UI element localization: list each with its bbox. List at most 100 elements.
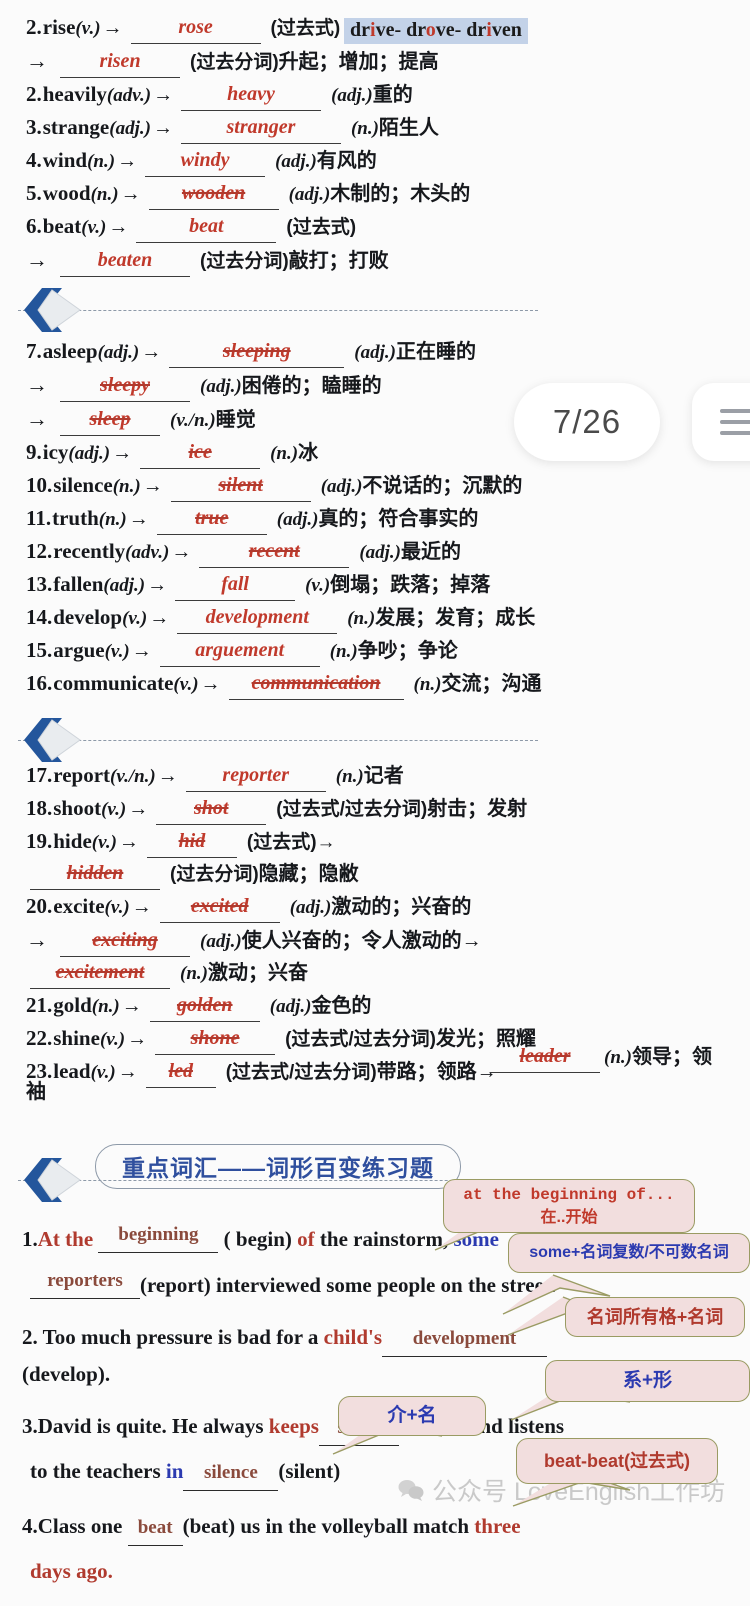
answer-blank[interactable]: heavy (181, 79, 322, 111)
exercise-answer-blank[interactable]: silence (183, 1456, 279, 1491)
chinese-meaning: 敲打；打败 (288, 250, 389, 272)
exercise-text: Too much pressure is bad for a (37, 1325, 324, 1349)
arrow-icon: → (152, 117, 173, 139)
answer-part-of-speech: (adj.) (275, 151, 317, 172)
hamburger-menu-button[interactable] (692, 383, 750, 461)
answer-blank[interactable]: hid (146, 826, 237, 858)
vocab-line: → sleep (v./n.) 睡觉 (26, 403, 542, 437)
exercise-text: (report) interviewed some people on the … (140, 1273, 557, 1297)
answer-blank[interactable]: shone (155, 1023, 276, 1055)
answer-blank[interactable]: golden (149, 990, 260, 1022)
part-of-speech: (v.) (104, 641, 130, 662)
vocab-line: 9. icy (adj.) → ice (n.) 冰 (26, 437, 542, 470)
answer-blank[interactable]: hidden (30, 858, 160, 890)
answer-blank[interactable]: beat (136, 211, 277, 243)
answer-blank[interactable]: sleepy (60, 370, 190, 402)
exercise-answer-blank[interactable]: beginning (98, 1218, 219, 1253)
answer-blank[interactable]: risen (60, 46, 180, 78)
exercise-text: child's (323, 1325, 383, 1349)
answer-blank[interactable]: wooden (148, 178, 279, 210)
vocab-word: report (53, 763, 111, 787)
chinese-meaning: 有风的 (316, 150, 377, 172)
answer-blank[interactable]: led (145, 1056, 216, 1088)
answer-part-of-speech: (n.) (180, 963, 208, 984)
part-of-speech: (n.) (98, 509, 127, 530)
answer-blank[interactable]: rose (130, 12, 261, 44)
answer-part-of-speech: (n.) (329, 641, 358, 662)
chinese-meaning: 激动的；兴奋的 (331, 896, 472, 918)
exercise-number: 3. (22, 1414, 38, 1438)
exercise-answer-blank[interactable]: beat (127, 1511, 183, 1546)
part-of-speech: (v.) (81, 217, 107, 238)
vocab-word: recently (53, 539, 126, 563)
answer-blank[interactable]: stranger (180, 112, 341, 144)
chinese-meaning: 记者 (363, 765, 404, 787)
vocab-line: excitement (n.) 激动；兴奋 (26, 958, 536, 990)
answer-part-of-speech: (n.) (335, 766, 364, 787)
arrow-icon: → (128, 798, 149, 820)
vocab-word: shine (53, 1026, 100, 1050)
item-number: 18. (26, 796, 53, 820)
chinese-meaning: 正在睡的 (395, 341, 476, 363)
item-number: 9. (26, 440, 42, 464)
part-of-speech: (v.) (91, 832, 117, 853)
callout-text-line1: 介+名 (387, 1405, 437, 1427)
exercise-item: 2. Too much pressure is bad for a child'… (22, 1320, 582, 1391)
answer-part-of-speech: (adj.) (200, 931, 242, 952)
part-of-speech: (v.) (90, 1062, 116, 1083)
answer-blank[interactable]: windy (145, 145, 266, 177)
page-indicator[interactable]: 7/26 (514, 383, 660, 461)
answer-blank[interactable]: excited (159, 891, 280, 923)
answer-blank[interactable]: ice (140, 437, 261, 469)
answer-blank[interactable]: sleeping (169, 336, 345, 368)
vocab-word: heavily (42, 82, 107, 106)
chinese-meaning: 使人兴奋的；令人激动的→ (241, 930, 482, 952)
blue-diamond-bullet-icon (24, 718, 81, 762)
answer-blank[interactable]: true (156, 503, 267, 535)
answer-blank[interactable]: arguement (159, 635, 320, 667)
part-of-speech: (n.) (87, 151, 116, 172)
vocab-line: 22. shine (v.) → shone (过去式/过去分词) 发光；照耀 (26, 1023, 536, 1056)
answer-blank[interactable]: silent (170, 470, 311, 502)
vocab-line: 13. fallen (adj.) → fall (v.) 倒塌；跌落；掉落 (26, 569, 542, 602)
arrow-icon: → (121, 995, 142, 1017)
answer-part-of-speech: (adj.) (331, 85, 373, 106)
answer-blank[interactable]: excitement (30, 957, 170, 989)
exercise-answer-blank[interactable]: reporters (30, 1264, 140, 1299)
answer-blank[interactable]: beaten (60, 245, 190, 277)
vocab-word: beat (42, 214, 82, 238)
answer-blank[interactable]: development (177, 602, 338, 634)
vocab-word: truth (52, 506, 99, 530)
vocab-block-1: 2. rise (v.) → rose (过去式) → risen (过去分词) 升起；增加；… (26, 12, 470, 278)
answer-part-of-speech: (过去式/过去分词) (225, 1062, 377, 1083)
exercise-line: 3.David is quite. He always keepssilenti… (22, 1409, 582, 1446)
callout-beginning: at the beginning of... 在..开始 (443, 1179, 695, 1233)
answer-blank[interactable]: communication (228, 668, 404, 700)
vocab-line: hidden (过去分词) 隐藏；隐敝 (26, 859, 536, 891)
part-of-speech: (adj.) (68, 443, 111, 464)
arrow-icon: → (120, 183, 141, 205)
item-number: 2. (26, 15, 42, 39)
answer-blank[interactable]: recent (199, 536, 350, 568)
part-of-speech: (v.) (99, 1029, 126, 1050)
answer-blank[interactable]: sleep (60, 404, 160, 436)
vocab-line: 23. lead (v.) → led (过去式/过去分词) 带路；领路→ (26, 1056, 536, 1089)
chinese-meaning: 争吵；争论 (357, 640, 458, 662)
chinese-meaning: 升起；增加；提高 (278, 51, 439, 73)
item-number: 12. (26, 539, 53, 563)
answer-blank[interactable]: fall (175, 569, 296, 601)
answer-blank[interactable]: leader (490, 1041, 600, 1073)
vocab-line: 5. wood (n.) → wooden (adj.) 木制的；木头的 (26, 178, 470, 211)
answer-part-of-speech: (adj.) (269, 996, 312, 1017)
chinese-meaning: 射击；发射 (427, 798, 528, 820)
answer-blank[interactable]: shot (156, 793, 267, 825)
answer-blank[interactable]: exciting (60, 925, 190, 957)
answer-blank[interactable]: reporter (185, 760, 326, 792)
blue-diamond-bullet-icon (24, 288, 81, 332)
item-number: 4. (26, 148, 42, 172)
chinese-meaning: 陌生人 (378, 117, 439, 139)
vocab-line: 17. report (v./n.) → reporter (n.) 记者 (26, 760, 536, 793)
answer-part-of-speech: (n.) (347, 608, 376, 629)
vocab-line: 18. shoot (v.) → shot (过去式/过去分词) 射击；发射 (26, 793, 536, 826)
divider-dashed-line (18, 310, 538, 311)
